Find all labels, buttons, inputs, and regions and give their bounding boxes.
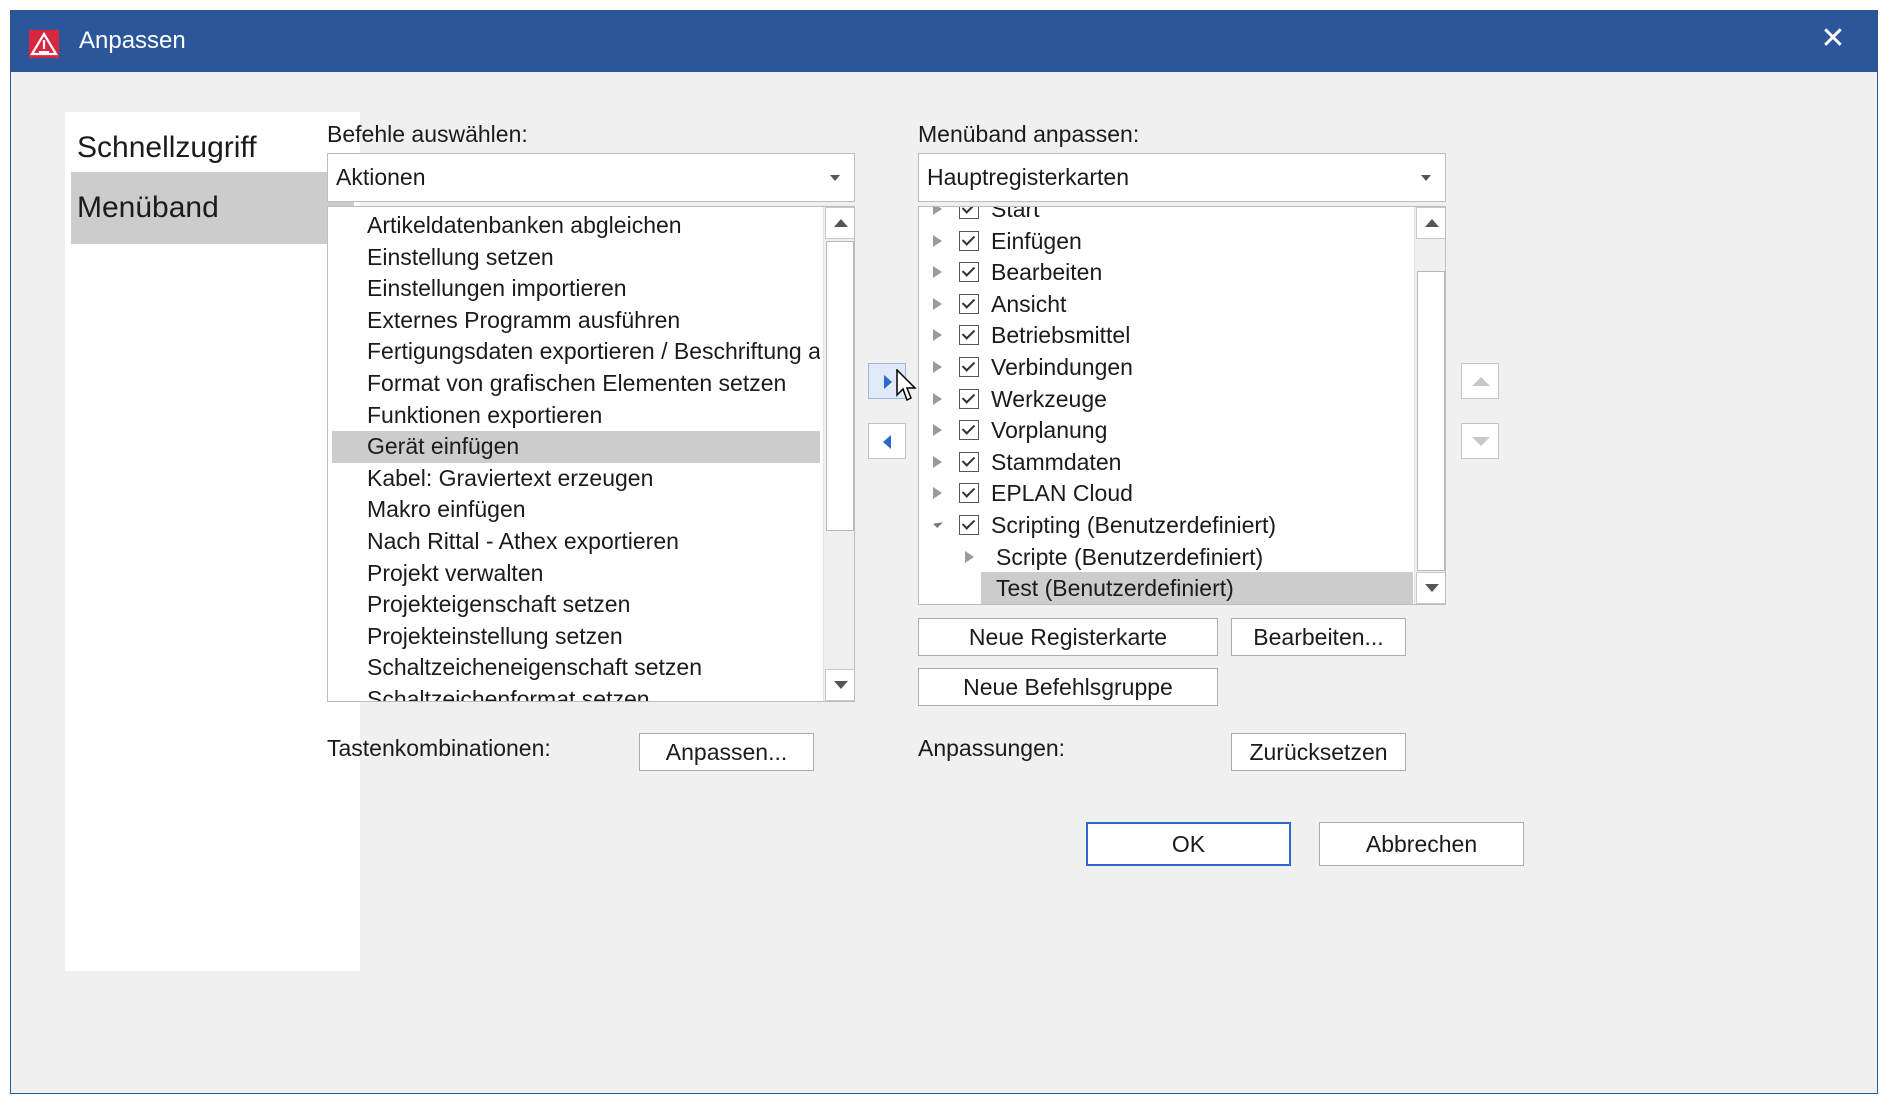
chevron-down-icon bbox=[830, 175, 840, 181]
command-list-item[interactable]: Externes Programm ausführen bbox=[332, 305, 820, 337]
commands-label: Befehle auswählen: bbox=[327, 121, 528, 147]
scroll-thumb[interactable] bbox=[826, 241, 854, 531]
expand-arrow-icon[interactable] bbox=[933, 455, 942, 468]
expand-arrow-icon[interactable] bbox=[933, 266, 942, 279]
expand-arrow-icon[interactable] bbox=[933, 207, 942, 215]
expand-arrow-icon[interactable] bbox=[933, 329, 942, 342]
window-title: Anpassen bbox=[79, 27, 186, 54]
category-nav: Schnellzugriff Menüband bbox=[65, 112, 360, 971]
command-list-item[interactable]: Kabel: Graviertext erzeugen bbox=[332, 463, 820, 495]
arrow-down-icon bbox=[1425, 584, 1439, 592]
ribbon-tabs-value: Hauptregisterkarten bbox=[927, 164, 1129, 190]
move-down-button[interactable] bbox=[1461, 423, 1499, 459]
shortcuts-label: Tastenkombinationen: bbox=[327, 735, 551, 761]
ribbon-label: Menüband anpassen: bbox=[918, 121, 1140, 147]
expand-arrow-icon[interactable] bbox=[933, 424, 942, 437]
scroll-thumb[interactable] bbox=[1417, 271, 1445, 571]
commands-list-rows: Artikeldatenbanken abgleichen Einstellung… bbox=[328, 207, 823, 701]
commands-list-scrollbar[interactable] bbox=[823, 207, 854, 701]
command-list-item[interactable]: Projekteigenschaft setzen bbox=[332, 589, 820, 621]
expand-arrow-icon[interactable] bbox=[933, 297, 942, 310]
checkbox-icon[interactable] bbox=[959, 207, 979, 219]
new-group-button[interactable]: Neue Befehlsgruppe bbox=[918, 668, 1218, 706]
title-bar: Anpassen ✕ bbox=[11, 11, 1877, 72]
checkbox-icon[interactable] bbox=[959, 515, 979, 535]
command-list-item[interactable]: Einstellungen importieren bbox=[332, 273, 820, 305]
expand-arrow-icon[interactable] bbox=[965, 550, 974, 563]
customizations-label: Anpassungen: bbox=[918, 735, 1066, 761]
expand-arrow-icon[interactable] bbox=[933, 361, 942, 373]
command-list-item[interactable]: Artikeldatenbanken abgleichen bbox=[332, 210, 820, 242]
close-icon[interactable]: ✕ bbox=[1811, 19, 1855, 63]
ribbon-tree-scrollbar[interactable] bbox=[1414, 207, 1445, 604]
move-up-button[interactable] bbox=[1461, 363, 1499, 399]
command-list-item[interactable]: Nach Rittal - Athex exportieren bbox=[332, 526, 820, 558]
new-tab-button[interactable]: Neue Registerkarte bbox=[918, 618, 1218, 656]
arrow-up-icon bbox=[1425, 219, 1439, 227]
arrow-down-icon bbox=[834, 681, 848, 689]
commands-category-select[interactable]: Aktionen bbox=[327, 153, 855, 202]
checkbox-icon[interactable] bbox=[959, 293, 979, 314]
chevron-down-icon bbox=[1421, 175, 1431, 181]
command-list-item[interactable]: Schaltzeicheneigenschaft setzen bbox=[332, 652, 820, 684]
customize-dialog: Anpassen ✕ Schnellzugriff Menüband Befeh… bbox=[10, 10, 1878, 1094]
cancel-button[interactable]: Abbrechen bbox=[1319, 822, 1524, 866]
ribbon-tree-item-label: Test (Benutzerdefiniert) bbox=[996, 575, 1234, 602]
nav-item-ribbon[interactable]: Menüband bbox=[71, 172, 354, 244]
command-list-item[interactable]: Einstellung setzen bbox=[332, 242, 820, 274]
customize-shortcuts-button[interactable]: Anpassen... bbox=[639, 733, 814, 771]
checkbox-icon[interactable] bbox=[959, 325, 979, 346]
command-list-item[interactable]: Funktionen exportieren bbox=[332, 400, 820, 432]
ok-button[interactable]: OK bbox=[1086, 822, 1291, 866]
checkbox-icon[interactable] bbox=[959, 420, 979, 441]
command-list-item[interactable]: Fertigungsdaten exportieren / Beschriftu… bbox=[332, 336, 820, 368]
scroll-up-button[interactable] bbox=[1416, 207, 1445, 239]
expand-arrow-icon[interactable] bbox=[933, 392, 942, 405]
arrow-down-icon bbox=[1472, 437, 1490, 446]
checkbox-icon[interactable] bbox=[959, 262, 979, 283]
reset-button[interactable]: Zurücksetzen bbox=[1231, 733, 1406, 771]
scroll-up-button[interactable] bbox=[825, 207, 854, 239]
checkbox-icon[interactable] bbox=[959, 357, 979, 377]
arrow-right-icon bbox=[884, 375, 892, 389]
command-list-item[interactable]: Format von grafischen Elementen setzen bbox=[332, 368, 820, 400]
remove-command-button[interactable] bbox=[868, 423, 906, 459]
checkbox-icon[interactable] bbox=[959, 451, 979, 472]
edit-button[interactable]: Bearbeiten... bbox=[1231, 618, 1406, 656]
ribbon-tree-rows: Start Einfügen Bearbeiten Ansicht Betriebsmi… bbox=[919, 207, 1414, 604]
ribbon-tree[interactable]: Start Einfügen Bearbeiten Ansicht Betriebsmi… bbox=[918, 206, 1446, 605]
commands-category-value: Aktionen bbox=[336, 164, 426, 190]
commands-list[interactable]: Artikeldatenbanken abgleichen Einstellung… bbox=[327, 206, 855, 702]
arrow-up-icon bbox=[1472, 377, 1490, 386]
arrow-up-icon bbox=[834, 219, 848, 227]
command-list-item[interactable]: Makro einfügen bbox=[332, 494, 820, 526]
command-list-item[interactable]: Projekteinstellung setzen bbox=[332, 621, 820, 653]
ribbon-tabs-select[interactable]: Hauptregisterkarten bbox=[918, 153, 1446, 202]
command-list-item[interactable]: Schaltzeichenformat setzen bbox=[332, 684, 820, 701]
scroll-down-button[interactable] bbox=[825, 669, 854, 701]
command-list-item[interactable]: Projekt verwalten bbox=[332, 558, 820, 590]
app-logo-icon bbox=[29, 30, 59, 58]
arrow-left-icon bbox=[883, 435, 891, 449]
scroll-down-button[interactable] bbox=[1416, 572, 1445, 604]
checkbox-icon[interactable] bbox=[959, 483, 979, 504]
command-list-item[interactable]: Gerät einfügen bbox=[332, 431, 820, 463]
expand-arrow-icon[interactable] bbox=[933, 234, 942, 247]
checkbox-icon[interactable] bbox=[959, 388, 979, 409]
checkbox-icon[interactable] bbox=[959, 230, 979, 251]
expand-arrow-icon[interactable] bbox=[933, 487, 942, 500]
mouse-cursor-icon bbox=[896, 369, 917, 402]
